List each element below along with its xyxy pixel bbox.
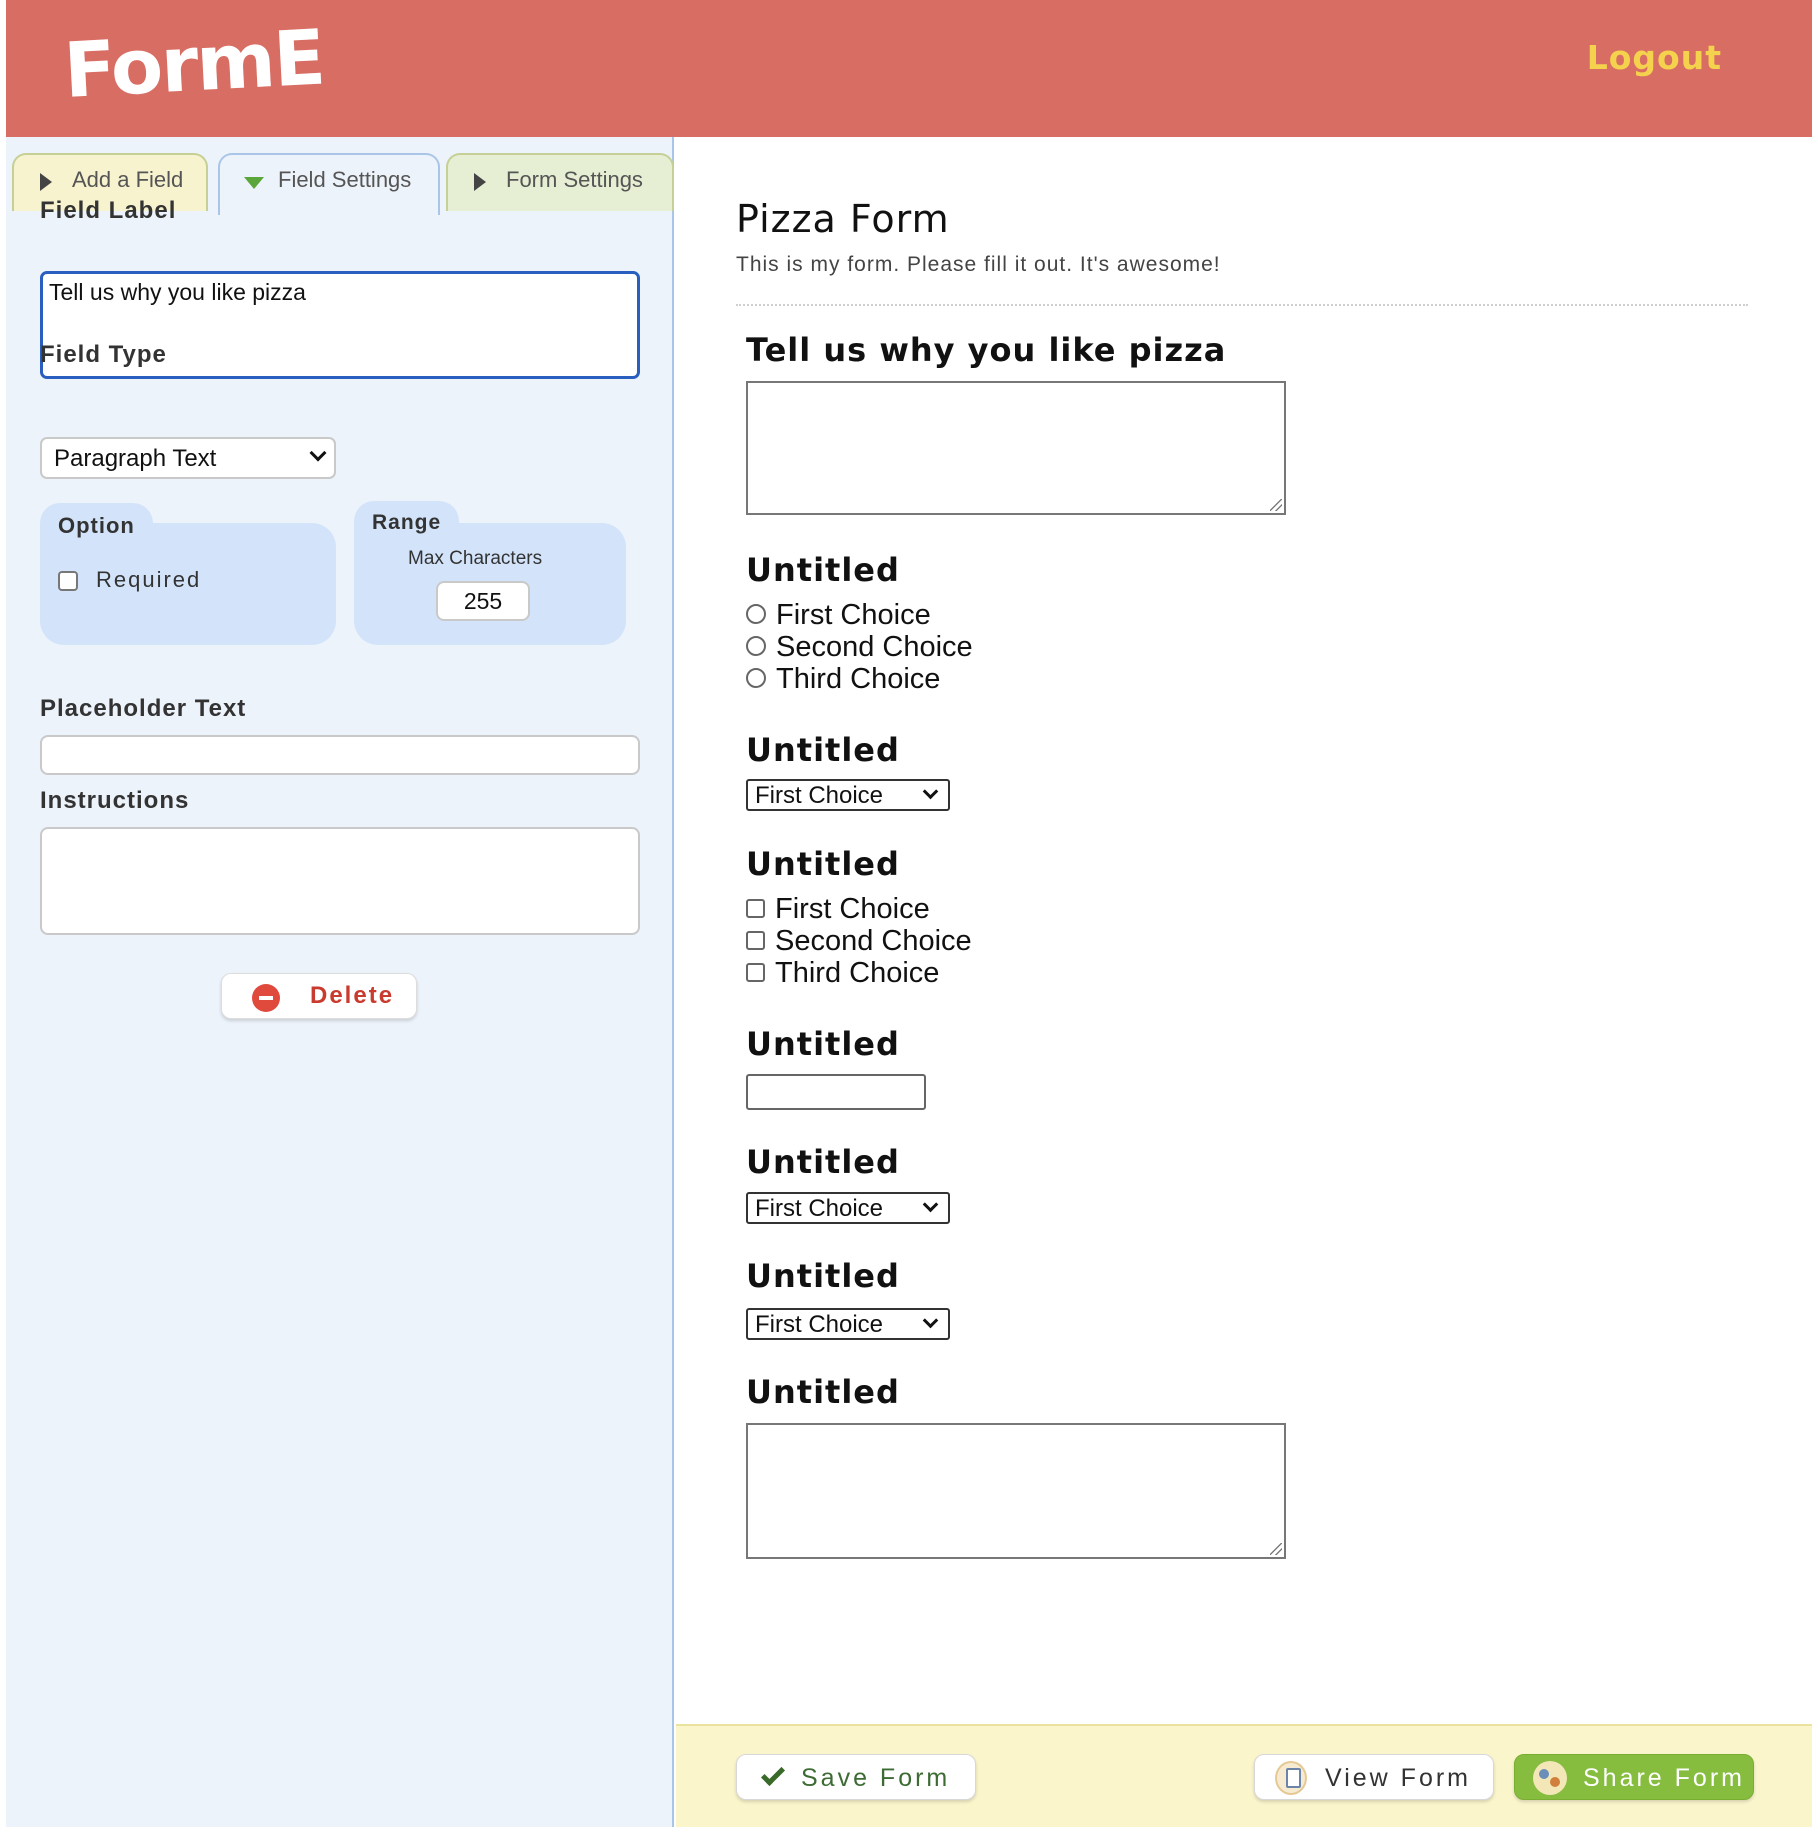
radio-button[interactable] bbox=[746, 604, 766, 625]
radio-option[interactable]: Third Choice bbox=[746, 663, 940, 695]
placeholder-text-heading: Placeholder Text bbox=[40, 695, 247, 722]
app-logo[interactable]: FormE bbox=[62, 12, 326, 114]
form-footer: Save Form View Form Share Form bbox=[676, 1724, 1812, 1827]
field-select[interactable]: First Choice bbox=[746, 1192, 950, 1224]
form-preview: Pizza Form This is my form. Please fill … bbox=[676, 137, 1812, 1677]
chevron-down-icon bbox=[922, 783, 939, 800]
field-select[interactable]: First Choice bbox=[746, 1308, 950, 1340]
view-form-label: View Form bbox=[1325, 1764, 1472, 1792]
share-icon bbox=[1533, 1761, 1567, 1795]
sidebar: Add a Field Field Settings Form Settings… bbox=[6, 137, 674, 1827]
option-heading: Option bbox=[40, 503, 153, 549]
field-label[interactable]: Untitled bbox=[746, 1257, 900, 1295]
radio-button[interactable] bbox=[746, 668, 766, 689]
field-type-value: Paragraph Text bbox=[54, 445, 217, 472]
minus-circle-icon bbox=[252, 984, 280, 1012]
chevron-down-icon bbox=[309, 444, 327, 462]
field-label[interactable]: Tell us why you like pizza bbox=[746, 331, 1226, 369]
max-characters-input[interactable]: 255 bbox=[436, 581, 530, 621]
share-form-label: Share Form bbox=[1583, 1764, 1745, 1792]
field-label[interactable]: Untitled bbox=[746, 731, 900, 769]
caret-down-icon bbox=[244, 177, 264, 189]
instructions-heading: Instructions bbox=[40, 787, 190, 814]
option-label: Third Choice bbox=[776, 663, 941, 695]
required-label: Required bbox=[96, 567, 202, 592]
required-checkbox[interactable] bbox=[58, 571, 78, 591]
document-magnifier-icon bbox=[1275, 1761, 1307, 1795]
checkbox-option[interactable]: Third Choice bbox=[746, 957, 939, 989]
field-label-heading: Field Label bbox=[40, 197, 177, 224]
form-description[interactable]: This is my form. Please fill it out. It'… bbox=[736, 253, 1221, 277]
field-label[interactable]: Untitled bbox=[746, 845, 900, 883]
select-value: First Choice bbox=[755, 1195, 884, 1222]
option-label: Second Choice bbox=[775, 925, 972, 957]
option-label: Third Choice bbox=[775, 957, 940, 989]
tab-label: Add a Field bbox=[72, 167, 184, 192]
tab-field-settings[interactable]: Field Settings bbox=[218, 153, 440, 215]
radio-option[interactable]: Second Choice bbox=[746, 631, 973, 663]
tab-form-settings[interactable]: Form Settings bbox=[446, 153, 674, 211]
checkbox-option[interactable]: Second Choice bbox=[746, 925, 972, 957]
sidebar-tabs: Add a Field Field Settings Form Settings bbox=[6, 145, 674, 215]
radio-option[interactable]: First Choice bbox=[746, 599, 931, 631]
save-form-button[interactable]: Save Form bbox=[736, 1754, 976, 1800]
option-label: Second Choice bbox=[776, 631, 973, 663]
app-header: FormE Logout bbox=[6, 0, 1812, 137]
checkmark-icon bbox=[760, 1761, 786, 1787]
field-label[interactable]: Untitled bbox=[746, 1025, 900, 1063]
range-heading: Range bbox=[354, 501, 460, 545]
field-text-input[interactable] bbox=[746, 1074, 926, 1110]
view-form-button[interactable]: View Form bbox=[1254, 1754, 1494, 1800]
checkbox-option[interactable]: First Choice bbox=[746, 893, 930, 925]
field-select[interactable]: First Choice bbox=[746, 779, 950, 811]
logout-link[interactable]: Logout bbox=[1587, 38, 1722, 77]
option-label: First Choice bbox=[775, 893, 930, 925]
delete-button[interactable]: Delete bbox=[221, 973, 417, 1019]
chevron-down-icon bbox=[922, 1196, 939, 1213]
caret-right-icon bbox=[40, 173, 52, 191]
share-form-button[interactable]: Share Form bbox=[1514, 1754, 1754, 1800]
max-characters-label: Max Characters bbox=[408, 548, 543, 569]
form-title[interactable]: Pizza Form bbox=[736, 197, 950, 241]
delete-label: Delete bbox=[310, 982, 395, 1009]
field-textarea[interactable] bbox=[746, 381, 1286, 515]
placeholder-text-input[interactable] bbox=[40, 735, 640, 775]
instructions-textarea[interactable] bbox=[40, 827, 640, 935]
field-type-select[interactable]: Paragraph Text bbox=[40, 437, 336, 479]
tab-label: Field Settings bbox=[278, 167, 412, 192]
radio-button[interactable] bbox=[746, 636, 766, 657]
tab-label: Form Settings bbox=[506, 167, 643, 192]
field-label[interactable]: Untitled bbox=[746, 551, 900, 589]
select-value: First Choice bbox=[755, 1311, 884, 1338]
field-type-heading: Field Type bbox=[40, 341, 167, 368]
field-label[interactable]: Untitled bbox=[746, 1143, 900, 1181]
field-label[interactable]: Untitled bbox=[746, 1373, 900, 1411]
chevron-down-icon bbox=[922, 1312, 939, 1329]
select-value: First Choice bbox=[755, 782, 884, 809]
divider bbox=[736, 304, 1748, 306]
resize-handle-icon bbox=[1270, 1543, 1282, 1555]
caret-right-icon bbox=[474, 173, 486, 191]
checkbox[interactable] bbox=[746, 898, 765, 918]
option-label: First Choice bbox=[776, 599, 931, 631]
resize-handle-icon bbox=[1270, 499, 1282, 511]
checkbox[interactable] bbox=[746, 930, 765, 950]
save-form-label: Save Form bbox=[801, 1764, 951, 1792]
field-textarea[interactable] bbox=[746, 1423, 1286, 1559]
checkbox[interactable] bbox=[746, 962, 765, 982]
